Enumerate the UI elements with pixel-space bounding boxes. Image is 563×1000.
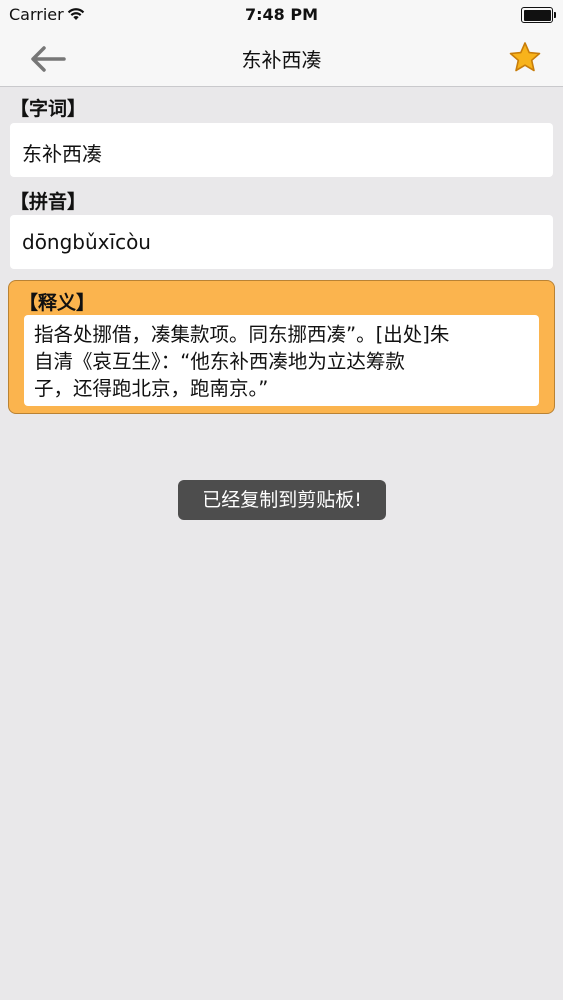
status-bar: Carrier 7:48 PM	[0, 0, 563, 30]
meaning-line: 指各处挪借，凑集款项。同东挪西凑”。[出处]朱	[34, 323, 450, 346]
copied-toast: 已经复制到剪贴板!	[178, 480, 386, 520]
meaning-line: 子，还得跑北京，跑南京。”	[34, 377, 269, 400]
battery-icon	[521, 7, 556, 23]
page-title: 东补西凑	[241, 48, 322, 72]
meaning-text[interactable]: 指各处挪借，凑集款项。同东挪西凑”。[出处]朱 自清《哀互生》：“他东补西凑地为…	[24, 315, 539, 406]
navigation-bar: 东补西凑	[0, 30, 563, 87]
star-icon	[509, 42, 541, 72]
meaning-panel[interactable]: 【释义】 指各处挪借，凑集款项。同东挪西凑”。[出处]朱 自清《哀互生》：“他东…	[8, 280, 555, 414]
pinyin-value: dōngbǔxīcòu	[22, 230, 151, 254]
meaning-line: 自清《哀互生》：“他东补西凑地为立达筹款	[34, 350, 405, 373]
word-label: 【字词】	[10, 98, 87, 120]
pinyin-label: 【拼音】	[10, 191, 87, 213]
word-field[interactable]: 东补西凑	[10, 123, 553, 177]
favorite-button[interactable]	[507, 40, 543, 76]
clock-time: 7:48 PM	[244, 5, 318, 24]
meaning-label: 【释义】	[19, 292, 96, 314]
word-value: 东补西凑	[22, 142, 102, 166]
pinyin-field[interactable]: dōngbǔxīcòu	[10, 215, 553, 269]
